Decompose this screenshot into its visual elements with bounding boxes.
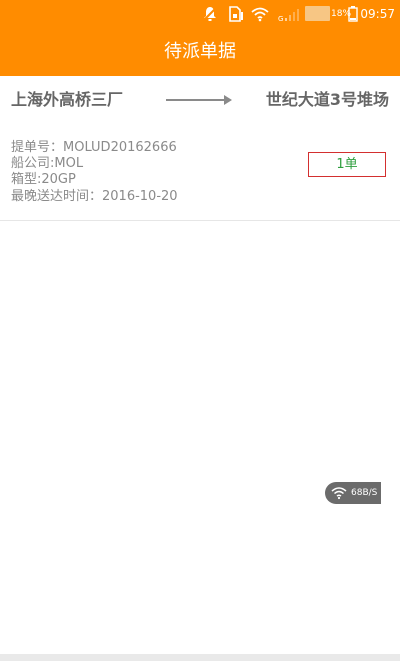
network-speed-text: 68B/S [351, 488, 378, 498]
notification-off-icon [203, 7, 217, 21]
sim-card-icon [229, 6, 243, 22]
cellular-signal-icon: G [278, 9, 299, 22]
route-arrow-icon [166, 95, 232, 105]
origin-location: 上海外高桥三厂 [11, 90, 124, 109]
app-bar: 待派单据 [0, 28, 400, 76]
card-divider [0, 220, 400, 221]
page-title: 待派单据 [164, 41, 236, 62]
order-count-badge[interactable]: 1单 [308, 152, 386, 177]
wifi-speed-icon [331, 487, 347, 500]
bill-number: 提单号：MOLUD20162666 [11, 140, 177, 155]
delivery-deadline: 最晚送达时间：2016-10-20 [11, 189, 178, 204]
bottom-bar [0, 654, 400, 661]
order-card[interactable]: 上海外高桥三厂 世纪大道3号堆场 提单号：MOLUD20162666 船公司:M… [0, 76, 400, 221]
battery-icon [348, 6, 358, 22]
status-time: 09:57 [360, 7, 395, 21]
status-bar: G 18% 09:57 [0, 0, 400, 28]
destination-location: 世纪大道3号堆场 [265, 90, 389, 109]
wifi-icon [251, 7, 269, 22]
shipping-company: 船公司:MOL [11, 156, 84, 171]
container-type: 箱型:20GP [11, 172, 76, 187]
network-speed-indicator[interactable]: 68B/S [325, 482, 381, 504]
status-placeholder-block [305, 6, 330, 21]
svg-text:G: G [278, 15, 283, 22]
